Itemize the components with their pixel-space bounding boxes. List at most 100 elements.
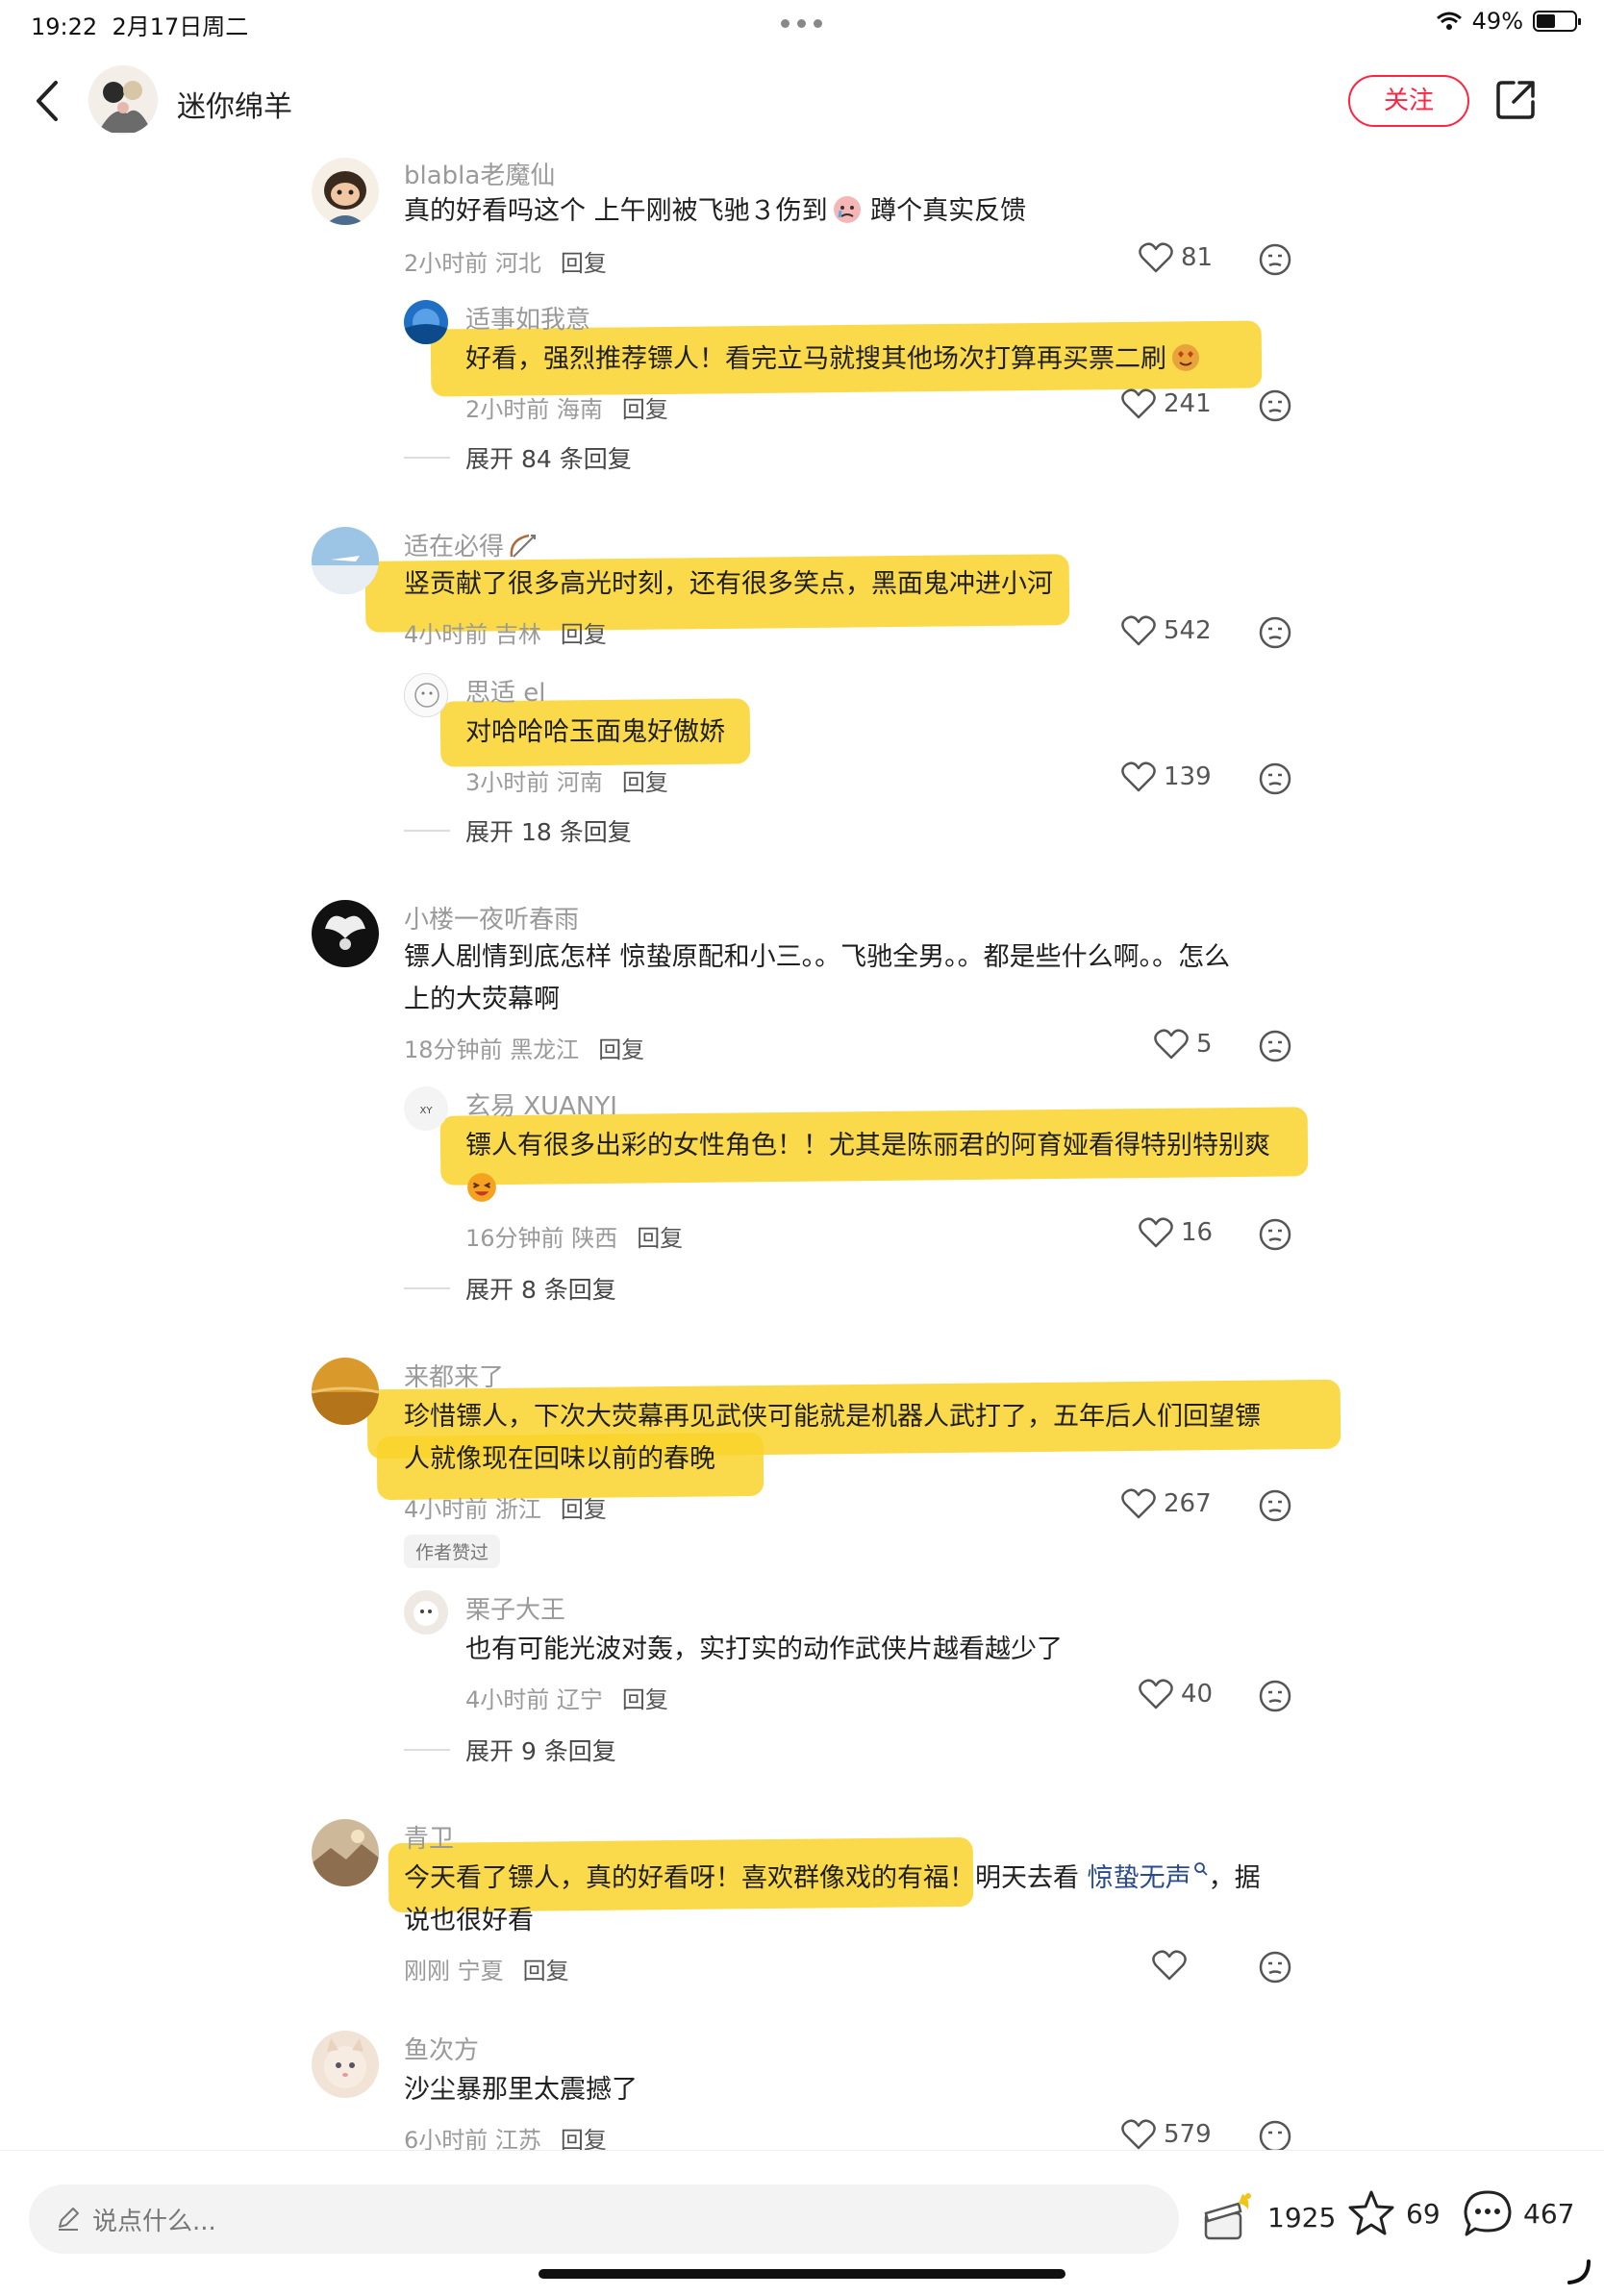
commenter-name[interactable]: 青卫 xyxy=(404,1819,454,1855)
like-count: 267 xyxy=(1164,1489,1212,1518)
like-count: 81 xyxy=(1181,243,1214,272)
clapper-like-icon xyxy=(1204,2193,1251,2240)
comment-text: 真的好看吗这个 上午刚被飞驰３伤到 蹲个真实反馈 xyxy=(404,196,1027,226)
share-icon[interactable] xyxy=(1492,77,1539,123)
like-button[interactable]: 81 xyxy=(1139,242,1213,273)
commenter-name[interactable]: 适在必得 xyxy=(404,527,539,562)
like-button[interactable]: 579 xyxy=(1121,2119,1212,2150)
dislike-icon[interactable] xyxy=(1258,615,1292,650)
heart-icon xyxy=(1121,388,1156,419)
replier-name[interactable]: 适事如我意 xyxy=(465,300,590,336)
replier-avatar[interactable] xyxy=(404,1590,448,1635)
dislike-icon[interactable] xyxy=(1258,1679,1292,1713)
replier-name[interactable]: 栗子大王 xyxy=(465,1590,565,1626)
like-button[interactable]: 241 xyxy=(1121,388,1212,419)
replier-name[interactable]: 玄易 XUANYI xyxy=(465,1086,617,1122)
comments-button[interactable]: 467 xyxy=(1462,2188,1574,2238)
status-bar: 19:22 2月17日周二 49% xyxy=(0,0,1604,46)
dislike-icon[interactable] xyxy=(1258,1029,1292,1063)
commenter-avatar[interactable] xyxy=(312,900,379,967)
like-button[interactable]: 139 xyxy=(1121,761,1212,792)
expand-replies-button[interactable]: 展开 9 条回复 xyxy=(404,1733,616,1767)
comment-text-line-2: 人就像现在回味以前的春晚 xyxy=(404,1444,715,1474)
like-button[interactable]: 5 xyxy=(1154,1029,1213,1060)
status-indicators: 49% xyxy=(1436,8,1581,35)
reply-button[interactable]: 回复 xyxy=(598,1036,644,1063)
commenter-avatar[interactable] xyxy=(312,1358,379,1425)
heart-icon xyxy=(1139,242,1173,273)
dislike-icon[interactable] xyxy=(1258,1488,1292,1523)
svg-text:XY: XY xyxy=(420,1106,434,1116)
commenter-name[interactable]: 鱼次方 xyxy=(404,2031,479,2066)
replier-avatar[interactable] xyxy=(404,673,448,717)
home-indicator[interactable] xyxy=(539,2269,1065,2279)
like-total-button[interactable]: 1925 xyxy=(1200,2188,1336,2246)
reply-meta: 16分钟前 陕西 回复 xyxy=(465,1225,684,1252)
comment-input-placeholder: 说点什么... xyxy=(92,2208,216,2236)
reply-button[interactable]: 回复 xyxy=(622,1686,668,1713)
author-name[interactable]: 迷你绵羊 xyxy=(177,83,292,125)
dislike-icon[interactable] xyxy=(1258,388,1292,423)
reply-text: 对哈哈哈玉面鬼好傲娇 xyxy=(465,717,725,747)
scroll-corner-icon xyxy=(1567,2259,1591,2284)
comments-count: 467 xyxy=(1523,2197,1575,2230)
replier-name[interactable]: 思适 el xyxy=(465,673,546,709)
dislike-icon[interactable] xyxy=(1258,761,1292,796)
comment-text-line-2: 上的大荧幕啊 xyxy=(404,985,560,1014)
commenter-name[interactable]: 来都来了 xyxy=(404,1358,504,1393)
commenter-avatar[interactable] xyxy=(312,2031,379,2098)
like-count: 241 xyxy=(1164,389,1212,418)
comment-input[interactable]: 说点什么... xyxy=(29,2184,1179,2254)
author-avatar[interactable] xyxy=(88,65,158,135)
reply-button[interactable]: 回复 xyxy=(561,250,607,277)
pencil-icon xyxy=(59,2208,79,2231)
heart-icon xyxy=(1121,2119,1156,2150)
back-icon[interactable] xyxy=(29,77,67,125)
follow-button[interactable]: 关注 xyxy=(1348,75,1469,127)
commenter-name[interactable]: blabla老魔仙 xyxy=(404,156,555,191)
reply-button[interactable]: 回复 xyxy=(561,1496,607,1523)
like-button[interactable]: 542 xyxy=(1121,615,1212,646)
crying-emoji-icon xyxy=(833,196,861,223)
like-count: 16 xyxy=(1181,1218,1214,1247)
expand-replies-button[interactable]: 展开 84 条回复 xyxy=(404,440,632,475)
bottom-divider xyxy=(0,2150,1604,2151)
expand-replies-button[interactable]: 展开 8 条回复 xyxy=(404,1271,616,1306)
heart-icon xyxy=(1152,1950,1187,1981)
replier-avatar[interactable]: XY xyxy=(404,1086,448,1131)
reply-button[interactable]: 回复 xyxy=(622,769,668,796)
commenter-avatar[interactable] xyxy=(312,527,379,594)
collect-count: 69 xyxy=(1406,2197,1441,2230)
comment-bubble-icon xyxy=(1464,2190,1512,2236)
reply-button[interactable]: 回复 xyxy=(637,1225,683,1252)
comment-meta: 4小时前 吉林 回复 xyxy=(404,621,607,648)
like-count: 139 xyxy=(1164,762,1212,791)
heart-icon xyxy=(1139,1679,1173,1710)
like-button[interactable] xyxy=(1152,1950,1194,1981)
commenter-name[interactable]: 小楼一夜听春雨 xyxy=(404,900,579,936)
collect-button[interactable]: 69 xyxy=(1346,2188,1441,2238)
reply-button[interactable]: 回复 xyxy=(622,396,668,423)
topic-link[interactable]: 惊蛰无声 xyxy=(1088,1863,1191,1893)
comment-meta: 18分钟前 黑龙江 回复 xyxy=(404,1036,645,1063)
dislike-icon[interactable] xyxy=(1258,1217,1292,1252)
dislike-icon[interactable] xyxy=(1258,1950,1292,1984)
like-button[interactable]: 16 xyxy=(1139,1217,1213,1248)
commenter-avatar[interactable] xyxy=(312,158,379,225)
reply-button[interactable]: 回复 xyxy=(523,1958,569,1984)
heart-icon xyxy=(1139,1217,1173,1248)
multitask-dots-icon[interactable] xyxy=(781,19,822,28)
dislike-icon[interactable] xyxy=(1258,2119,1292,2150)
replier-avatar[interactable] xyxy=(404,300,448,344)
dislike-icon[interactable] xyxy=(1258,242,1292,277)
like-button[interactable]: 40 xyxy=(1139,1679,1213,1710)
reply-button[interactable]: 回复 xyxy=(561,621,607,648)
reply-meta: 3小时前 河南 回复 xyxy=(465,769,668,796)
laughing-emoji-icon xyxy=(467,1173,496,1202)
star-icon xyxy=(1348,2190,1394,2235)
battery-icon xyxy=(1533,11,1581,32)
like-button[interactable]: 267 xyxy=(1121,1488,1212,1519)
comment-text-line-1: 镖人剧情到底怎样 惊蛰原配和小三。。飞驰全男。。都是些什么啊。。怎么 xyxy=(404,942,1231,972)
expand-replies-button[interactable]: 展开 18 条回复 xyxy=(404,813,632,848)
commenter-avatar[interactable] xyxy=(312,1819,379,1886)
